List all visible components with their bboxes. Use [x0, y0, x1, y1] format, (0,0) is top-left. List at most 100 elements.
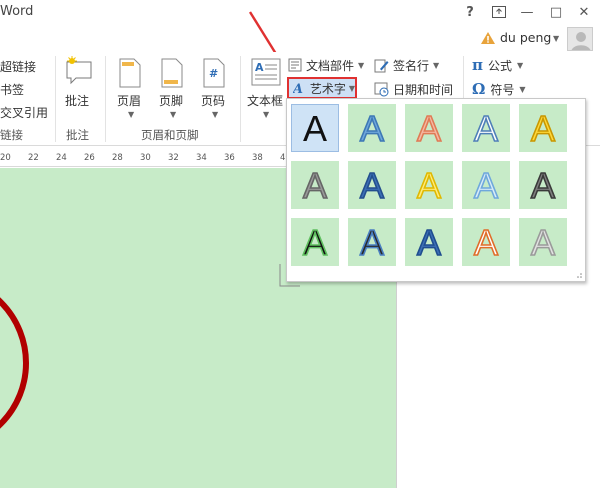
- wordart-glyph-icon: A: [302, 222, 328, 262]
- signature-dropdown-icon: ▼: [433, 60, 440, 70]
- omega-icon: Ω: [472, 80, 486, 98]
- links-group-label: 链接: [0, 128, 23, 142]
- wordart-icon: A: [293, 82, 303, 95]
- quick-parts-dropdown-icon: ▼: [358, 60, 365, 70]
- ribbon-display-options-button[interactable]: [487, 3, 511, 21]
- wordart-glyph-icon: A: [359, 108, 385, 148]
- date-time-button[interactable]: 日期和时间: [374, 80, 453, 98]
- quick-parts-button[interactable]: 文档部件 ▼: [288, 56, 364, 74]
- avatar-person-icon: [571, 32, 591, 50]
- equation-dropdown-icon: ▼: [517, 60, 524, 70]
- minimize-button[interactable]: —: [515, 3, 539, 21]
- header-footer-group-label: 页眉和页脚: [141, 128, 199, 142]
- wordart-dropdown-icon: ▼: [348, 83, 355, 93]
- wordart-glyph-icon: A: [416, 165, 442, 205]
- close-icon: ✕: [578, 4, 590, 20]
- wordart-button[interactable]: A 艺术字 ▼: [287, 77, 357, 99]
- cross-reference-button[interactable]: 交叉引用: [0, 104, 48, 121]
- maximize-button[interactable]: □: [544, 3, 568, 21]
- wordart-glyph-icon: A: [416, 222, 442, 262]
- title-bar: Word ? — □ ✕: [0, 0, 600, 26]
- comment-icon: [66, 56, 92, 85]
- ruler-tick-label: 26: [84, 153, 95, 163]
- svg-text:A: A: [303, 108, 327, 148]
- textbox-icon: A: [251, 58, 281, 86]
- header-button[interactable]: 页眉 ▼: [113, 56, 149, 122]
- svg-text:A: A: [417, 222, 441, 262]
- wordart-glyph-icon: A: [473, 222, 499, 262]
- ruler-tick-label: 36: [224, 153, 235, 163]
- textbox-button[interactable]: A 文本框 ▼: [245, 56, 287, 122]
- group-divider: [105, 56, 106, 142]
- avatar[interactable]: [567, 27, 593, 51]
- footer-dropdown-icon: ▼: [170, 110, 177, 119]
- warning-icon[interactable]: [480, 31, 496, 45]
- signature-line-button[interactable]: 签名行 ▼: [374, 56, 439, 74]
- svg-text:A: A: [474, 165, 498, 205]
- page-number-button[interactable]: # 页码 ▼: [197, 56, 233, 122]
- wordart-glyph-icon: A: [303, 108, 327, 148]
- help-button[interactable]: ?: [458, 3, 482, 21]
- ribbon-display-icon: [492, 6, 506, 18]
- wordart-style-2[interactable]: A: [348, 104, 396, 152]
- ruler-tick-label: 24: [56, 153, 67, 163]
- wordart-style-9[interactable]: A: [462, 161, 510, 209]
- ruler-tick-label: 28: [112, 153, 123, 163]
- comments-group-label: 批注: [66, 128, 89, 142]
- wordart-style-12[interactable]: A: [348, 218, 396, 266]
- svg-text:A: A: [417, 108, 441, 148]
- quick-parts-icon: [288, 58, 302, 72]
- wordart-style-5[interactable]: A: [519, 104, 567, 152]
- wordart-style-8[interactable]: A: [405, 161, 453, 209]
- wordart-glyph-icon: A: [530, 165, 556, 205]
- new-comment-button[interactable]: 批注: [62, 56, 98, 120]
- calendar-clock-icon: [374, 82, 389, 96]
- wordart-style-6[interactable]: A: [291, 161, 339, 209]
- wordart-style-7[interactable]: AA: [348, 161, 396, 209]
- wordart-glyph-icon: A: [530, 222, 556, 262]
- wordart-style-13[interactable]: A: [405, 218, 453, 266]
- wordart-style-11[interactable]: A: [291, 218, 339, 266]
- svg-text:A: A: [531, 108, 555, 148]
- svg-text:A: A: [531, 222, 555, 262]
- account-dropdown-icon[interactable]: ▼: [553, 34, 559, 43]
- close-button[interactable]: ✕: [572, 3, 596, 21]
- footer-button[interactable]: 页脚 ▼: [155, 56, 191, 122]
- wordart-glyph-icon: A: [359, 222, 385, 262]
- hyperlink-button[interactable]: 超链接: [0, 58, 36, 75]
- wordart-style-14[interactable]: A: [462, 218, 510, 266]
- ruler-tick-label: 30: [140, 153, 151, 163]
- bookmark-button[interactable]: 书签: [0, 81, 24, 98]
- help-icon: ?: [466, 4, 474, 20]
- page-number-dropdown-icon: ▼: [212, 110, 219, 119]
- symbol-button[interactable]: Ω 符号 ▼: [472, 80, 526, 98]
- ruler-tick-label: 20: [0, 153, 11, 163]
- minimize-icon: —: [520, 4, 534, 20]
- header-dropdown-icon: ▼: [128, 110, 135, 119]
- footer-icon: [161, 58, 183, 88]
- wordart-glyph-icon: A: [473, 108, 499, 148]
- wordart-style-10[interactable]: A: [519, 161, 567, 209]
- svg-text:A: A: [303, 165, 327, 205]
- wordart-glyph-icon: A: [530, 108, 556, 148]
- wordart-glyph-icon: A: [473, 165, 499, 205]
- svg-text:A: A: [531, 165, 555, 205]
- svg-text:A: A: [360, 108, 384, 148]
- wordart-style-4[interactable]: A: [462, 104, 510, 152]
- wordart-style-15[interactable]: A: [519, 218, 567, 266]
- signature-pen-icon: [374, 59, 389, 72]
- app-title: Word: [0, 4, 34, 19]
- ruler-tick-label: 34: [196, 153, 207, 163]
- textbox-dropdown-icon: ▼: [263, 110, 270, 119]
- ruler-tick-label: 32: [168, 153, 179, 163]
- svg-text:#: #: [209, 67, 218, 80]
- equation-button[interactable]: π 公式 ▼: [472, 56, 523, 74]
- user-name[interactable]: du peng: [500, 30, 551, 45]
- wordart-style-3[interactable]: A: [405, 104, 453, 152]
- maximize-icon: □: [549, 4, 563, 20]
- header-icon: [119, 58, 141, 88]
- resize-grip-icon[interactable]: [575, 271, 582, 278]
- wordart-style-1[interactable]: A: [291, 104, 339, 152]
- symbol-dropdown-icon: ▼: [519, 84, 526, 94]
- svg-text:A: A: [293, 82, 303, 95]
